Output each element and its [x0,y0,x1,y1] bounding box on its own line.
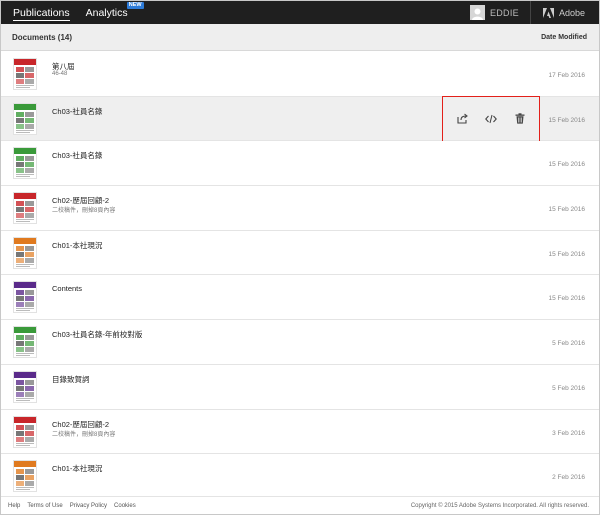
document-thumbnail[interactable] [13,415,37,448]
user-name: EDDIE [489,7,519,18]
footer-link-help[interactable]: Help [8,503,20,509]
document-date-modified: 5 Feb 2016 [552,384,585,392]
document-row[interactable]: Ch01-本社現況 2 Feb 2016 [1,454,599,499]
footer-link-privacy[interactable]: Privacy Policy [70,503,107,509]
adobe-logo-icon [542,7,554,18]
document-row[interactable]: 第八屆 46-48 17 Feb 2016 [1,52,599,97]
footer: Help Terms of Use Privacy Policy Cookies… [1,496,599,514]
share-icon[interactable] [454,111,470,127]
app-frame: Publications Analytics NEW EDDIE Adobe D… [0,0,600,515]
document-row[interactable]: 目錄致賀詞 5 Feb 2016 [1,364,599,410]
document-description: 二校稿件，刪掉8頁內容 [52,431,116,438]
row-actions-highlight [442,95,540,142]
document-date-modified: 17 Feb 2016 [548,72,585,79]
document-thumbnail[interactable] [13,192,37,225]
document-date-modified: 3 Feb 2016 [552,429,585,437]
document-row[interactable]: Ch03-社員名錄 15 Feb 2016 [1,141,599,187]
document-name[interactable]: Contents [52,284,82,293]
document-name[interactable]: Ch03-社員名錄 [52,106,102,117]
document-date-modified: 15 Feb 2016 [548,116,585,124]
footer-link-cookies[interactable]: Cookies [114,503,136,509]
document-description: 二校稿件，刪掉8頁內容 [52,208,116,215]
document-date-modified: 15 Feb 2016 [548,206,585,214]
footer-link-terms[interactable]: Terms of Use [27,503,62,509]
document-name[interactable]: 目錄致賀詞 [52,374,90,385]
copyright-text: Copyright © 2015 Adobe Systems Incorpora… [410,503,589,509]
document-row[interactable]: Ch02-歷屆回顧-2 二校稿件，刪掉8頁內容 15 Feb 2016 [1,186,599,231]
document-row[interactable]: Ch01-本社現況 15 Feb 2016 [1,230,599,276]
document-thumbnail[interactable] [13,58,37,90]
user-silhouette-icon [471,8,483,20]
embed-code-icon[interactable] [483,111,499,127]
document-date-modified: 2 Feb 2016 [552,474,585,482]
document-date-modified: 15 Feb 2016 [548,295,585,303]
document-row[interactable]: Contents 15 Feb 2016 [1,275,599,321]
document-description: 46-48 [52,71,68,77]
adobe-brand[interactable]: Adobe [529,1,585,24]
document-thumbnail[interactable] [13,460,37,493]
user-menu[interactable]: EDDIE [469,1,519,24]
document-row[interactable]: Ch03-社員名錄 15 Feb 2016 [1,95,599,142]
top-navigation-bar: Publications Analytics NEW EDDIE Adobe [1,1,599,24]
date-modified-column-header[interactable]: Date Modified [541,34,587,41]
trash-icon[interactable] [512,111,528,127]
tab-publications-label: Publications [13,6,70,19]
tab-publications[interactable]: Publications [7,1,76,24]
new-badge: NEW [126,2,144,9]
document-name[interactable]: Ch01-本社現況 [52,240,102,251]
document-date-modified: 15 Feb 2016 [548,250,585,258]
tab-analytics-label: Analytics [85,6,128,19]
document-name[interactable]: Ch01-本社現況 [52,463,102,474]
document-name[interactable]: Ch03-社員名錄-年前校對版 [52,329,142,340]
tab-analytics[interactable]: Analytics NEW [80,1,144,24]
adobe-label: Adobe [558,7,585,18]
document-name[interactable]: Ch03-社員名錄 [52,150,102,161]
document-thumbnail[interactable] [13,236,37,269]
document-row[interactable]: Ch03-社員名錄-年前校對版 5 Feb 2016 [1,320,599,365]
documents-count-title: Documents (14) [12,32,73,42]
documents-header: Documents (14) Date Modified [1,24,599,51]
document-thumbnail[interactable] [13,370,37,403]
avatar [469,5,485,20]
document-thumbnail[interactable] [13,102,37,135]
document-date-modified: 5 Feb 2016 [552,340,585,348]
document-row[interactable]: Ch02-歷屆回顧-2 二校稿件，刪掉8頁內容 3 Feb 2016 [1,409,599,455]
document-thumbnail[interactable] [13,147,37,180]
document-thumbnail[interactable] [13,281,37,314]
document-list: 第八屆 46-48 17 Feb 2016 Ch03-社員名錄 15 Feb 2016 C… [1,52,599,499]
document-thumbnail[interactable] [13,326,37,359]
document-date-modified: 15 Feb 2016 [548,161,585,169]
